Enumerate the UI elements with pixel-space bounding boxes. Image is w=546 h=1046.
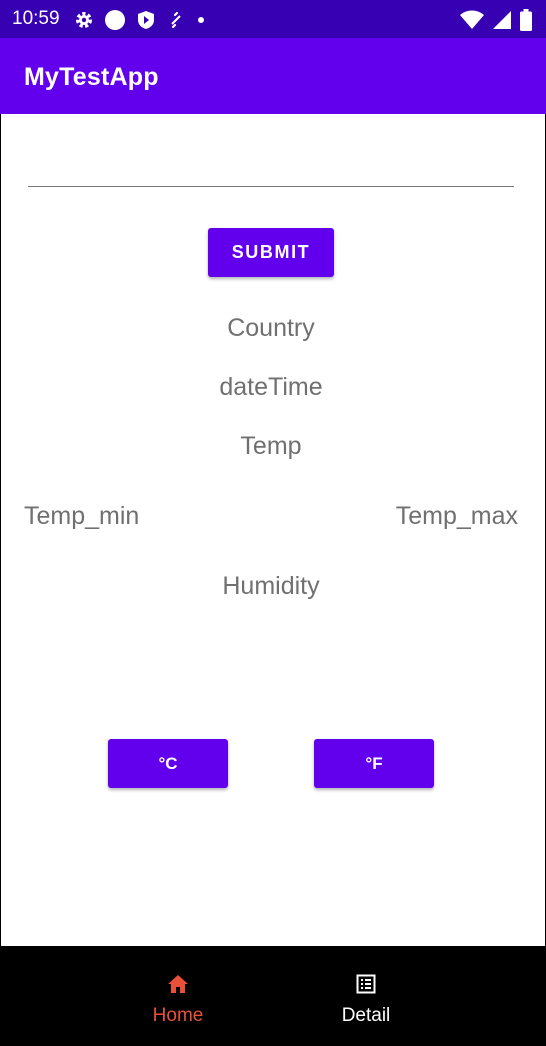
status-icons-right xyxy=(460,9,532,31)
fahrenheit-button[interactable]: °F xyxy=(314,739,434,788)
datetime-label: dateTime xyxy=(219,373,323,401)
temp-label: Temp xyxy=(240,432,302,460)
temp-min-label: Temp_min xyxy=(24,502,140,530)
app-title: MyTestApp xyxy=(24,63,159,91)
home-icon xyxy=(167,974,189,999)
submit-button[interactable]: SUBMIT xyxy=(208,228,334,277)
nav-label-detail: Detail xyxy=(341,1005,391,1026)
status-bar: 10:59 xyxy=(0,0,546,38)
nav-label-home: Home xyxy=(152,1005,204,1026)
circle-icon xyxy=(104,9,126,31)
celsius-button[interactable]: °C xyxy=(108,739,228,788)
country-label: Country xyxy=(227,314,315,342)
list-icon xyxy=(356,974,376,999)
status-time: 10:59 xyxy=(12,8,60,29)
bottom-navigation: Home Detail xyxy=(0,946,546,1046)
city-input[interactable] xyxy=(28,148,514,187)
app-screen: 10:59 MyTestApp SUBMIT Country dateTime … xyxy=(0,0,546,1046)
temp-max-label: Temp_max xyxy=(395,502,518,530)
wifi-icon xyxy=(460,10,484,30)
status-icons-left xyxy=(74,9,206,31)
battery-icon xyxy=(520,9,532,31)
shield-icon xyxy=(136,10,156,30)
gear-icon xyxy=(74,10,94,30)
nav-item-home[interactable]: Home xyxy=(108,946,248,1046)
nav-item-detail[interactable]: Detail xyxy=(296,946,436,1046)
signal-icon xyxy=(492,10,512,30)
app-bar: MyTestApp xyxy=(0,38,546,114)
humidity-label: Humidity xyxy=(222,572,320,600)
dot-icon xyxy=(196,15,206,25)
link-icon xyxy=(166,10,186,30)
